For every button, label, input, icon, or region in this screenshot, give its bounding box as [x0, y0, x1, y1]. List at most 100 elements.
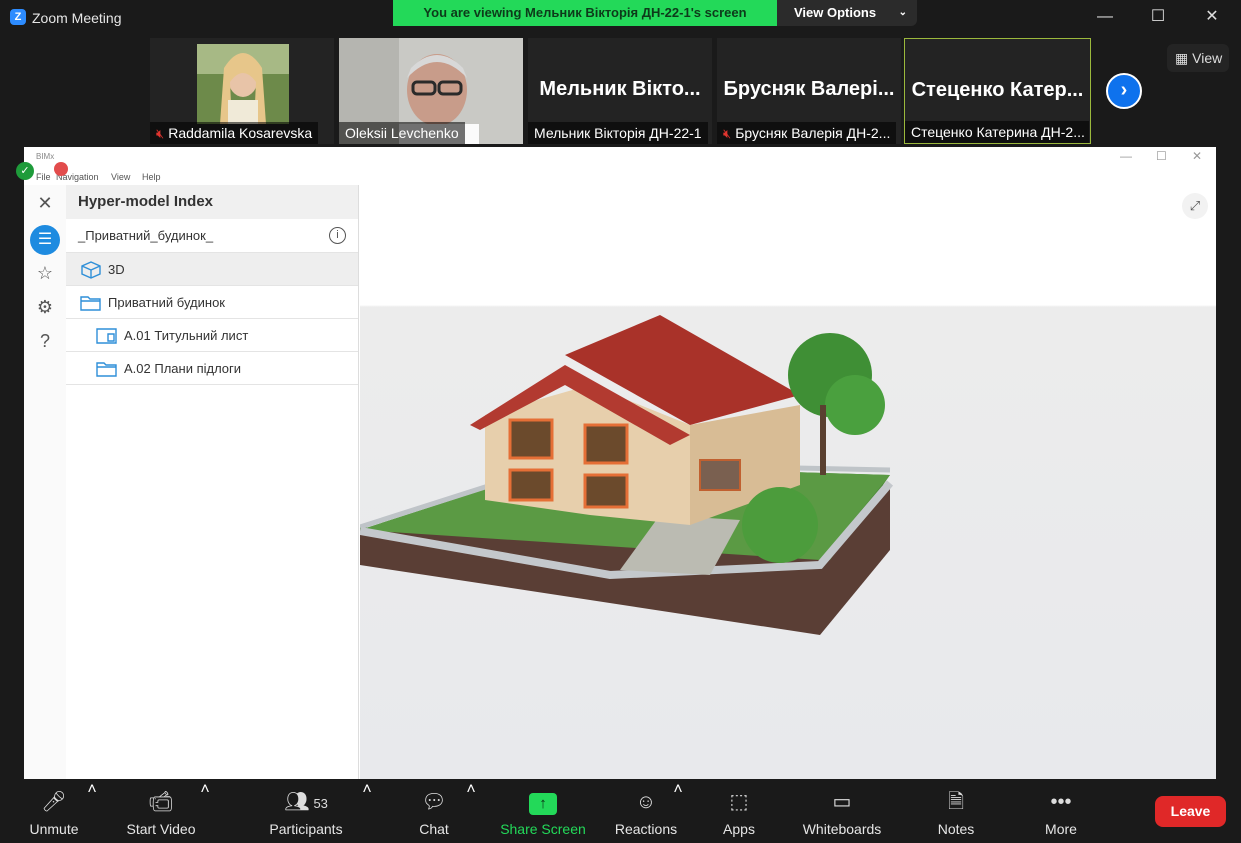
close-icon[interactable]: ✕ — [24, 193, 66, 214]
maximize-button[interactable]: ☐ — [1135, 0, 1181, 34]
star-icon[interactable]: ☆ — [24, 263, 66, 284]
grid-icon: ▦ — [1175, 50, 1189, 66]
share-screen-icon: ↑ — [529, 793, 557, 815]
view-options-label: View Options — [794, 5, 877, 20]
reactions-icon: ☺ — [635, 791, 657, 813]
reactions-button[interactable]: ☺ Reactions — [615, 781, 677, 843]
participants-icon: 👥︎ — [284, 791, 310, 813]
project-name: _Приватний_будинок_ — [78, 228, 214, 243]
shield-check-icon: ✓ — [16, 162, 34, 180]
tree-item-folder[interactable]: A.02 Плани підлоги — [66, 352, 358, 385]
menu-file[interactable]: File — [36, 169, 51, 185]
participant-name: Стеценко Катерина ДН-2... — [905, 121, 1089, 143]
video-options-caret[interactable]: ˄ — [199, 781, 211, 843]
whiteboards-label: Whiteboards — [802, 821, 882, 837]
chevron-right-icon: › — [1120, 79, 1128, 101]
view-options-button[interactable]: View Options ⌄ — [777, 0, 917, 26]
audio-options-caret[interactable]: ˄ — [86, 781, 98, 843]
gear-icon[interactable]: ⚙ — [24, 297, 66, 318]
notes-button[interactable]: 🗎︎ Notes — [935, 781, 977, 843]
bimx-menubar: File Navigation View Help — [24, 169, 1216, 185]
bimx-close-button[interactable]: ✕ — [1192, 149, 1202, 163]
viewing-screen-banner: You are viewing Мельник Вікторія ДН-22-1… — [393, 0, 777, 26]
participant-name: Oleksii Levchenko — [339, 122, 465, 144]
bimx-maximize-button[interactable]: ☐ — [1156, 149, 1167, 163]
participant-name-large: Мельник Вікто... — [539, 78, 701, 100]
whiteboard-icon: ▭ — [832, 791, 852, 813]
project-row[interactable]: _Приватний_будинок_ i — [66, 219, 358, 253]
tree-item-3d[interactable]: 3D — [66, 253, 358, 286]
panel-title: Hyper-model Index — [66, 185, 358, 219]
bimx-title: BIMx — [36, 152, 55, 161]
info-icon[interactable]: i — [329, 227, 346, 244]
window-title: Zoom Meeting — [32, 10, 122, 26]
apps-button[interactable]: ⬚ Apps — [718, 781, 760, 843]
chat-options-caret[interactable]: ˄ — [465, 781, 477, 843]
minimize-button[interactable]: — — [1082, 0, 1128, 34]
folder-icon — [96, 362, 117, 377]
more-label: More — [1045, 821, 1077, 837]
tree-item-label: A.02 Плани підлоги — [124, 361, 242, 376]
reactions-options-caret[interactable]: ˄ — [672, 781, 684, 843]
window-titlebar: Z Zoom Meeting You are viewing Мельник В… — [0, 0, 1241, 36]
participant-tile[interactable]: Брусняк Валері... 🔇︎ Брусняк Валерія ДН-2… — [717, 38, 901, 144]
tree-item-layout[interactable]: A.01 Титульний лист — [66, 319, 358, 352]
more-button[interactable]: ••• More — [1040, 781, 1082, 843]
tree-item-label: 3D — [108, 262, 125, 277]
mic-muted-icon: 🔇︎ — [156, 126, 165, 141]
help-icon[interactable]: ? — [24, 331, 66, 352]
menu-help[interactable]: Help — [142, 169, 161, 185]
notes-label: Notes — [937, 821, 975, 837]
participants-options-caret[interactable]: ˄ — [361, 781, 373, 843]
participants-label: Participants — [269, 821, 343, 837]
expand-icon[interactable]: ⤢ — [1182, 193, 1208, 219]
apps-label: Apps — [723, 821, 755, 837]
participants-count: 53 — [313, 796, 328, 811]
participants-icon-group: 👥︎ 53 — [276, 789, 336, 815]
cube-icon — [81, 261, 101, 279]
leave-button[interactable]: Leave — [1155, 796, 1226, 827]
apps-icon: ⬚ — [729, 791, 749, 813]
share-icon-wrap: ↑ — [513, 789, 573, 815]
bimx-side-rail: ✕ ☰ ☆ ⚙ ? — [24, 185, 66, 779]
list-icon[interactable]: ☰ — [30, 225, 60, 255]
participant-name-large: Брусняк Валері... — [723, 78, 895, 100]
3d-viewport[interactable]: ⤢ — [360, 185, 1216, 779]
close-window-button[interactable]: ✕ — [1189, 0, 1235, 34]
participant-name: 🔇︎ Raddamila Kosarevska — [150, 122, 319, 144]
participant-tile[interactable]: 🔇︎ Raddamila Kosarevska — [150, 38, 334, 144]
participant-name: 🔇︎ Брусняк Валерія ДН-2... — [717, 122, 897, 144]
mic-muted-icon: 🎤︎ — [41, 791, 67, 813]
meeting-toolbar: 🎤︎ Unmute ˄ 📹︎ Start Video ˄ 👥︎ 53 Partic… — [0, 781, 1241, 843]
zoom-logo-icon: Z — [10, 9, 26, 25]
layout-icon — [96, 328, 117, 344]
participant-tile[interactable]: Oleksii Levchenko — [339, 38, 523, 144]
participant-tile-active[interactable]: Стеценко Катер... Стеценко Катерина ДН-2… — [904, 38, 1091, 144]
next-page-button[interactable]: › — [1106, 73, 1142, 109]
chat-icon: 💬︎ — [421, 791, 447, 813]
more-icon: ••• — [1050, 791, 1072, 813]
chevron-down-icon: ⌄ — [898, 7, 907, 18]
view-button[interactable]: ▦ View — [1167, 44, 1229, 72]
start-video-button[interactable]: 📹︎ Start Video — [126, 781, 195, 843]
share-screen-button[interactable]: ↑ Share Screen — [500, 781, 586, 843]
tree-item-folder[interactable]: Приватний будинок — [66, 286, 358, 319]
house-3d-model — [360, 315, 894, 635]
mic-muted-icon: 🔇︎ — [723, 126, 732, 141]
recording-indicator-icon — [54, 162, 68, 176]
view-label: View — [1192, 50, 1223, 66]
menu-view[interactable]: View — [111, 169, 130, 185]
folder-icon — [80, 296, 101, 311]
video-off-icon: 📹︎ — [148, 791, 174, 813]
unmute-button[interactable]: 🎤︎ Unmute — [28, 781, 80, 843]
tree-item-label: Приватний будинок — [108, 295, 225, 310]
whiteboards-button[interactable]: ▭ Whiteboards — [803, 781, 882, 843]
bimx-minimize-button[interactable]: — — [1120, 149, 1132, 163]
tree-item-label: A.01 Титульний лист — [124, 328, 249, 343]
chat-button[interactable]: 💬︎ Chat — [409, 781, 459, 843]
participant-tile[interactable]: Мельник Вікто... Мельник Вікторія ДН-22-… — [528, 38, 712, 144]
share-screen-label: Share Screen — [500, 821, 586, 837]
participant-name: Мельник Вікторія ДН-22-1 — [528, 122, 708, 144]
participant-name-large: Стеценко Катер... — [911, 79, 1084, 101]
participants-button[interactable]: 👥︎ 53 Participants — [269, 781, 342, 843]
